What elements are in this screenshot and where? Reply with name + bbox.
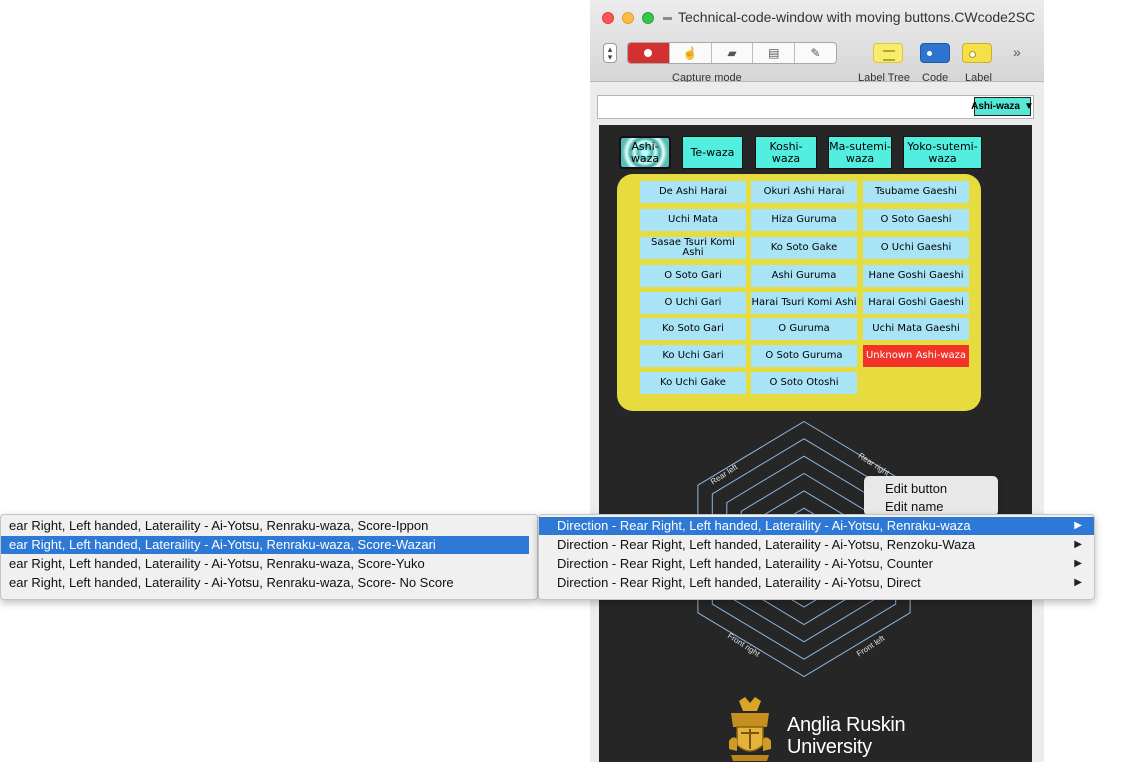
technique-button[interactable]: O Soto Gaeshi <box>863 209 969 231</box>
label-button[interactable] <box>962 43 992 63</box>
technique-button[interactable]: Uchi Mata Gaeshi <box>863 318 969 340</box>
direction-menu-item[interactable]: Direction - Rear Right, Left handed, Lat… <box>539 574 1094 592</box>
technique-button[interactable]: Uchi Mata <box>640 209 746 231</box>
technique-button[interactable]: Harai Goshi Gaeshi <box>863 292 969 314</box>
technique-button[interactable]: O Soto Gari <box>640 265 746 287</box>
submenu-arrow-icon: ▶ <box>1074 520 1082 531</box>
title-bar: Technical-code-window with moving button… <box>590 0 1044 84</box>
technique-button[interactable]: De Ashi Harai <box>640 181 746 203</box>
app-window: Technical-code-window with moving button… <box>590 0 1044 762</box>
zoom-window-button[interactable] <box>642 12 654 24</box>
technique-button[interactable]: O Uchi Gaeshi <box>863 237 969 259</box>
technique-button[interactable]: Okuri Ashi Harai <box>751 181 857 203</box>
mode-stepper[interactable]: ▴ ▾ <box>603 43 617 63</box>
hand-pointer-icon: ☝ <box>682 46 698 60</box>
university-name-line2: University <box>787 736 872 758</box>
code-canvas: Ashi-waza Te-waza Koshi-waza Ma-sutemi-w… <box>599 125 1032 762</box>
radar-label-rear-left: Rear left <box>709 462 740 486</box>
direction-submenu: Direction - Rear Right, Left handed, Lat… <box>538 514 1095 600</box>
technique-button[interactable]: O Uchi Gari <box>640 292 746 314</box>
technique-button[interactable]: Unknown Ashi-waza <box>863 345 969 367</box>
technique-button[interactable]: Ko Soto Gari <box>640 318 746 340</box>
radar-label-front-left: Front left <box>855 633 887 658</box>
code-button[interactable] <box>920 43 950 63</box>
score-menu-item-selected[interactable]: ear Right, Left handed, Lateraility - Ai… <box>1 536 529 554</box>
submenu-arrow-icon: ▶ <box>1074 558 1082 569</box>
button-edit-menu: Edit button Edit name <box>864 476 998 516</box>
university-name-line1: Anglia Ruskin <box>787 714 906 736</box>
submenu-arrow-icon: ▶ <box>1074 577 1082 588</box>
technique-button[interactable]: Hane Goshi Gaeshi <box>863 265 969 287</box>
score-menu-item[interactable]: ear Right, Left handed, Lateraility - Ai… <box>1 574 537 592</box>
technique-button[interactable]: Sasae Tsuri Komi Ashi <box>640 237 746 259</box>
university-name: Anglia Ruskin University <box>787 714 906 758</box>
technique-button[interactable]: Ashi Guruma <box>751 265 857 287</box>
radar-label-front-right: Front right <box>726 631 762 659</box>
edit-icon: ✎ <box>810 46 821 60</box>
edit-mode-button[interactable]: ✎ <box>795 43 836 63</box>
tag-mode-button[interactable]: ▰ <box>712 43 754 63</box>
direction-menu-item[interactable]: Direction - Rear Right, Left handed, Lat… <box>539 555 1094 573</box>
category-button-ashi-waza[interactable]: Ashi-waza <box>619 136 671 169</box>
document-mode-button[interactable]: ▤ <box>753 43 796 63</box>
tag-icon: ▰ <box>727 46 737 60</box>
technique-button[interactable]: Ko Uchi Gari <box>640 345 746 367</box>
minimize-window-button[interactable] <box>622 12 634 24</box>
category-button-te-waza[interactable]: Te-waza <box>682 136 743 169</box>
label-tree-button[interactable] <box>873 43 903 63</box>
technique-button[interactable]: O Guruma <box>751 318 857 340</box>
page-icon: ▤ <box>768 46 780 60</box>
dropdown-arrow-icon: ▼ <box>1024 101 1034 112</box>
score-menu-item[interactable]: ear Right, Left handed, Lateraility - Ai… <box>1 517 537 535</box>
submenu-arrow-icon: ▶ <box>1074 539 1082 550</box>
record-mode-button[interactable] <box>628 43 670 63</box>
technique-button[interactable]: Ko Uchi Gake <box>640 372 746 394</box>
filter-bar <box>597 95 1034 119</box>
category-button-yoko-sutemi-waza[interactable]: Yoko-sutemi-waza <box>903 136 982 169</box>
window-title: Technical-code-window with moving button… <box>678 9 1036 25</box>
university-crest-logo <box>729 697 771 761</box>
technique-button[interactable]: Tsubame Gaeshi <box>863 181 969 203</box>
pointer-mode-button[interactable]: ☝ <box>670 43 712 63</box>
score-menu-item[interactable]: ear Right, Left handed, Lateraility - Ai… <box>1 555 537 573</box>
screen: Technical-code-window with moving button… <box>0 0 1123 762</box>
capture-mode-segmented-control: ☝ ▰ ▤ ✎ <box>627 42 837 64</box>
edit-button-item[interactable]: Edit button <box>885 481 947 496</box>
category-button-ma-sutemi-waza[interactable]: Ma-sutemi-waza <box>828 136 892 169</box>
technique-button[interactable]: Harai Tsuri Komi Ashi <box>751 292 857 314</box>
document-icon <box>663 17 672 20</box>
score-submenu: ear Right, Left handed, Lateraility - Ai… <box>0 514 538 600</box>
direction-menu-item-selected[interactable]: Direction - Rear Right, Left handed, Lat… <box>539 517 1094 535</box>
category-filter-select[interactable]: Ashi-waza ▼ <box>971 97 1034 116</box>
direction-menu-item[interactable]: Direction - Rear Right, Left handed, Lat… <box>539 536 1094 554</box>
edit-name-item[interactable]: Edit name <box>885 499 944 514</box>
technique-button[interactable]: Hiza Guruma <box>751 209 857 231</box>
toolbar-overflow-button[interactable]: » <box>1013 44 1021 60</box>
record-icon <box>644 49 653 57</box>
technique-button[interactable]: O Soto Guruma <box>751 345 857 367</box>
category-button-koshi-waza[interactable]: Koshi-waza <box>755 136 817 169</box>
technique-button[interactable]: Ko Soto Gake <box>751 237 857 259</box>
filter-selected-label: Ashi-waza <box>971 101 1020 112</box>
close-window-button[interactable] <box>602 12 614 24</box>
technique-button[interactable]: O Soto Otoshi <box>751 372 857 394</box>
